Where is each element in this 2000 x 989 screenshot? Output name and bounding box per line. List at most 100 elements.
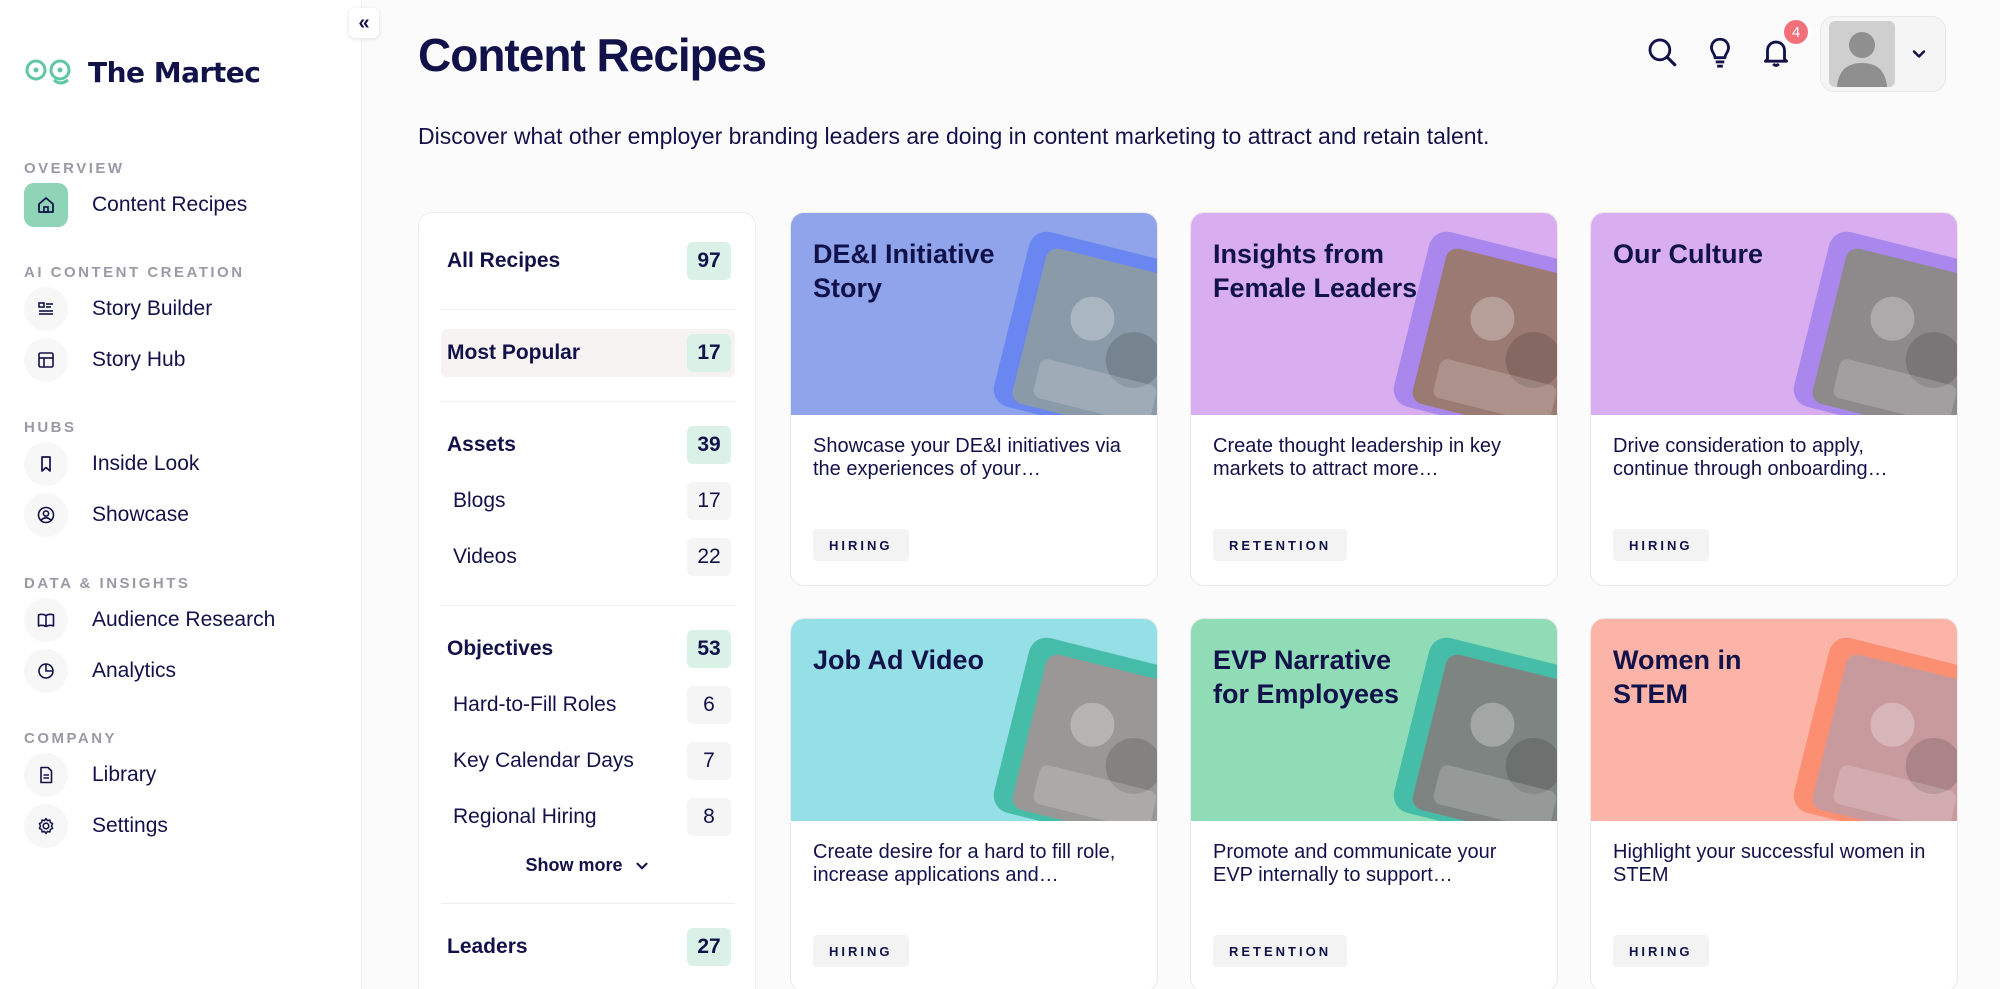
filter-count: 7: [687, 742, 731, 780]
card-title: Job Ad Video: [813, 645, 985, 675]
sidebar-item-audience-research[interactable]: Audience Research: [24, 598, 275, 642]
filter-all-recipes[interactable]: All Recipes 97: [441, 237, 735, 285]
card-tag: HIRING: [813, 935, 909, 967]
bookmark-icon: [24, 442, 68, 486]
filter-count: 97: [687, 242, 731, 280]
filter-count: 53: [687, 630, 731, 668]
show-more-button[interactable]: Show more: [419, 855, 757, 876]
sidebar-item-label: Story Builder: [92, 297, 213, 320]
main-content: Content Recipes Discover what other empl…: [362, 0, 2000, 989]
card-tag: RETENTION: [1213, 935, 1348, 967]
sidebar-item-library[interactable]: Library: [24, 753, 156, 797]
list-icon: [24, 287, 68, 331]
nav-section-hubs: HUBS: [24, 419, 77, 436]
card-hero: Our Culture: [1591, 213, 1957, 415]
card-title: Women in STEM: [1613, 645, 1742, 709]
avatar: [1829, 21, 1895, 87]
sidebar-item-story-builder[interactable]: Story Builder: [24, 287, 212, 331]
filter-count: 17: [687, 334, 731, 372]
filter-count: 22: [687, 538, 731, 576]
user-menu-button[interactable]: [1820, 16, 1946, 92]
filter-hard-to-fill-roles[interactable]: Hard-to-Fill Roles 6: [441, 681, 735, 729]
filter-leaders[interactable]: Leaders 27: [441, 923, 735, 971]
card-hero: DE&I Initiative Story: [791, 213, 1157, 415]
search-icon: [1648, 38, 1677, 67]
book-open-icon: [24, 598, 68, 642]
notification-badge: 4: [1782, 18, 1810, 46]
filter-blogs[interactable]: Blogs 17: [441, 477, 735, 525]
sidebar-item-label: Library: [92, 763, 157, 786]
card-tag: RETENTION: [1213, 529, 1348, 561]
sidebar-item-analytics[interactable]: Analytics: [24, 649, 176, 693]
filter-label: Regional Hiring: [453, 805, 597, 828]
page-subtitle: Discover what other employer branding le…: [418, 123, 1490, 149]
card-title: DE&I Initiative Story: [813, 239, 995, 303]
sidebar-item-label: Audience Research: [92, 608, 276, 631]
filter-label: Key Calendar Days: [453, 749, 634, 772]
nav-section-overview: OVERVIEW: [24, 160, 125, 177]
filter-count: 17: [687, 482, 731, 520]
recipe-card[interactable]: Our Culture Drive consideration to apply…: [1590, 212, 1958, 586]
ideas-button[interactable]: [1700, 32, 1740, 72]
card-description: Drive consideration to apply, continue t…: [1613, 435, 1888, 480]
filter-label: Hard-to-Fill Roles: [453, 693, 617, 716]
filter-count: 27: [687, 928, 731, 966]
brand-name: The Martec: [88, 55, 261, 89]
collapse-sidebar-button[interactable]: «: [349, 8, 379, 38]
filter-label: Blogs: [453, 489, 506, 512]
filter-label: Assets: [447, 433, 516, 456]
sidebar-item-label: Content Recipes: [92, 193, 248, 216]
filter-videos[interactable]: Videos 22: [441, 533, 735, 581]
filter-regional-hiring[interactable]: Regional Hiring 8: [441, 793, 735, 841]
sidebar-item-story-hub[interactable]: Story Hub: [24, 338, 185, 382]
card-hero: EVP Narrative for Employees: [1191, 619, 1557, 821]
chevron-down-icon: [1912, 50, 1926, 58]
filter-label: Most Popular: [447, 341, 581, 364]
filter-count: 8: [687, 798, 731, 836]
card-title: Our Culture: [1613, 239, 1764, 269]
page-title: Content Recipes: [418, 29, 767, 81]
user-silhouette-icon: [1837, 32, 1887, 87]
pie-chart-icon: [24, 649, 68, 693]
card-title: Insights from Female Leaders: [1213, 239, 1418, 303]
card-description: Create thought leadership in key markets…: [1213, 435, 1501, 480]
filter-key-calendar-days[interactable]: Key Calendar Days 7: [441, 737, 735, 785]
card-hero: Job Ad Video: [791, 619, 1157, 821]
recipe-card[interactable]: Women in STEM Highlight your successful …: [1590, 618, 1958, 989]
filter-objectives[interactable]: Objectives 53: [441, 625, 735, 673]
filter-most-popular[interactable]: Most Popular 17: [441, 329, 735, 377]
filter-assets[interactable]: Assets 39: [441, 421, 735, 469]
document-icon: [24, 753, 68, 797]
brand-logo[interactable]: The Martec: [24, 52, 261, 92]
nav-section-ai-content-creation: AI CONTENT CREATION: [24, 264, 245, 281]
sidebar-item-settings[interactable]: Settings: [24, 804, 168, 848]
layout-icon: [24, 338, 68, 382]
notifications-button[interactable]: 4: [1756, 18, 1810, 72]
sidebar-item-label: Inside Look: [92, 452, 200, 475]
filter-label: All Recipes: [447, 249, 561, 272]
card-hero: Insights from Female Leaders: [1191, 213, 1557, 415]
card-description: Showcase your DE&I initiatives via the e…: [813, 435, 1121, 480]
recipe-card[interactable]: Insights from Female Leaders Create thou…: [1190, 212, 1558, 586]
sidebar-item-label: Story Hub: [92, 348, 186, 371]
show-more-label: Show more: [525, 855, 623, 875]
divider: [441, 401, 735, 402]
nav-section-company: COMPANY: [24, 730, 118, 747]
recipe-card[interactable]: DE&I Initiative Story Showcase your DE&I…: [790, 212, 1158, 586]
divider: [441, 605, 735, 606]
recipe-card[interactable]: EVP Narrative for Employees Promote and …: [1190, 618, 1558, 989]
divider: [441, 903, 735, 904]
search-button[interactable]: [1642, 32, 1682, 72]
card-description: Promote and communicate your EVP interna…: [1213, 841, 1497, 886]
card-hero: Women in STEM: [1591, 619, 1957, 821]
sidebar-item-inside-look[interactable]: Inside Look: [24, 442, 199, 486]
filter-label: Leaders: [447, 935, 528, 958]
card-tag: HIRING: [813, 529, 909, 561]
recipe-card[interactable]: Job Ad Video Create desire for a hard to…: [790, 618, 1158, 989]
nav-section-data-insights: DATA & INSIGHTS: [24, 575, 191, 592]
sidebar-item-content-recipes[interactable]: Content Recipes: [24, 183, 247, 227]
sidebar: The Martec OVERVIEW Content Recipes AI C…: [0, 0, 362, 989]
sidebar-item-label: Settings: [92, 814, 168, 837]
card-description: Highlight your successful women in STEM: [1613, 841, 1926, 886]
sidebar-item-showcase[interactable]: Showcase: [24, 493, 189, 537]
